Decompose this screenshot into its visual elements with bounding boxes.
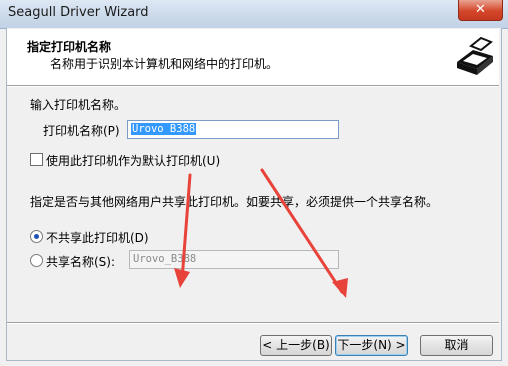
back-button[interactable]: < 上一步(B) [260,335,332,356]
printer-icon [451,32,499,80]
window-title: Seagull Driver Wizard [8,5,149,20]
no-share-radio[interactable] [30,230,43,243]
share-name-value: Urovo_B388 [133,253,197,265]
no-share-label: 不共享此打印机(D) [46,231,149,245]
window-title-bar: Seagull Driver Wizard [0,0,508,29]
intro-label: 输入打印机名称。 [30,98,127,112]
page-title: 指定打印机名称 [27,40,112,54]
share-radio[interactable] [30,254,43,267]
printer-name-label: 打印机名称(P) [43,124,120,138]
close-button[interactable]: ✕ [458,0,503,21]
cancel-button[interactable]: 取消 [420,335,493,356]
page-subtitle: 名称用于识别本计算机和网络中的打印机。 [50,57,279,71]
default-printer-checkbox[interactable] [30,153,43,166]
close-icon: ✕ [475,2,486,17]
share-name-input[interactable]: Urovo_B388 [129,250,339,269]
share-instruction: 指定是否与其他网络用户共享此打印机。如要共享，必须提供一个共享名称。 [30,195,439,209]
default-printer-label: 使用此打印机作为默认打印机(U) [46,154,221,168]
footer-separator [7,322,499,324]
printer-name-input[interactable]: Urovo B388 [127,120,339,139]
printer-name-value: Urovo B388 [131,123,197,135]
header-separator [7,85,499,87]
next-button[interactable]: 下一步(N) > [335,335,408,356]
share-name-label: 共享名称(S): [46,255,116,269]
